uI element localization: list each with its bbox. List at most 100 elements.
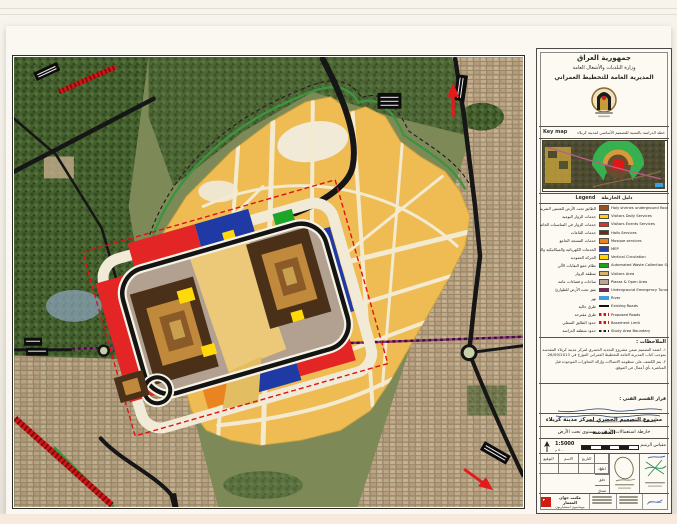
legend-title-ar: دليل الخارطة xyxy=(601,196,632,201)
legend-label-en: Vertical Circulation xyxy=(611,255,668,259)
legend-label-en: Basement Limit xyxy=(611,321,668,325)
office-name: مكتب جوان المعمار xyxy=(553,495,587,505)
legend-label-en: Study Area Boundary xyxy=(611,329,668,333)
scale-bar xyxy=(581,445,639,450)
legend-label-en: Visitors Area xyxy=(611,272,668,276)
legend-item: ساحات و فضاءات عامة Piazza & Open Area xyxy=(540,278,668,286)
notes-heading: الملاحظات : xyxy=(542,339,666,345)
signoff-corner xyxy=(595,454,609,464)
legend-item: نهر River xyxy=(540,294,668,302)
consultant-office: مكتب جوان المعمار مهندسون استشاريون xyxy=(553,495,587,509)
signoff-row-label: اعداد xyxy=(595,464,609,475)
legend-swatch xyxy=(599,230,609,236)
signature-table: التوقيعالاسمالتاريخ اع اعداددققصدق xyxy=(539,453,669,494)
legend-swatch xyxy=(599,238,609,244)
scale-row: 1:5000 ٥٠٠ م مقياس الرسم xyxy=(539,438,669,454)
legend-swatch xyxy=(599,214,609,220)
consultant-row: مكتب جوان المعمار مهندسون استشاريون xyxy=(539,493,669,510)
legend-title-en: Legend xyxy=(576,196,596,201)
contact-cells xyxy=(587,494,669,510)
keymap-label-ar: خطة الدراسة بالنسبة للتصميم الأساسي لمدي… xyxy=(577,130,665,135)
legend-item: الطابق تحت الأرض للعتبتين الشريفتين Holy… xyxy=(540,204,668,212)
stamp-cell xyxy=(642,494,667,510)
legend-label-ar: حدود الطابق السفلي xyxy=(540,320,596,325)
legend-swatch xyxy=(599,263,609,269)
legend-label-en: Automated Waste Collection System xyxy=(611,263,668,267)
scan-edge xyxy=(0,514,677,524)
consultant-logo xyxy=(541,497,551,507)
signoff-column-header: التوقيع xyxy=(539,454,559,464)
legend-item: الحركة العمودية Vertical Circulation xyxy=(540,253,668,261)
scan-artifact xyxy=(0,8,677,9)
keymap-bar: Key map خطة الدراسة بالنسبة للتصميم الأس… xyxy=(539,126,669,139)
legend-label-ar: حدود منطقة الدراسة xyxy=(540,328,596,333)
legend-item: خدمات الزوار في المناسبات الخاصة Visitor… xyxy=(540,220,668,228)
office-subtitle: مهندسون استشاريون xyxy=(553,505,587,509)
contact-cell xyxy=(589,494,614,510)
legend-label-ar: الحركة العمودية xyxy=(540,255,596,260)
legend-label-ar: طرق مقترحة xyxy=(540,312,596,317)
legend-label-ar: الطابق تحت الأرض للعتبتين الشريفتين xyxy=(540,206,596,211)
legend-swatch xyxy=(599,321,609,324)
scan-artifact xyxy=(0,14,677,15)
scanned-plan-page: جمهورية العراق وزارة البلديات والأشغال ا… xyxy=(0,0,677,524)
legend-label-en: Holy shrines underground floor xyxy=(611,206,668,210)
note-line: ٢- يتم الكشف على منظومة الاتصالات وإزالة… xyxy=(542,359,666,370)
north-arrow-icon xyxy=(542,440,552,453)
legend-item: طرق حالية Existing Roads xyxy=(540,302,668,310)
legend-label-ar: خدمات الزوار في المناسبات الخاصة xyxy=(540,222,596,227)
legend-item: حدود الطابق السفلي Basement Limit xyxy=(540,319,668,327)
legend-label-ar: نظام جمع النفايات الآلي xyxy=(540,263,596,268)
map-svg xyxy=(14,57,523,507)
legend-swatch xyxy=(599,330,609,333)
title-block-panel: جمهورية العراق وزارة البلديات والأشغال ا… xyxy=(536,48,672,514)
notes-box: الملاحظات : ١- اعتمد التصميم ضمن مشروع ا… xyxy=(539,337,669,383)
water-feature xyxy=(46,290,102,322)
legend-swatch xyxy=(599,288,609,292)
roundabout-east xyxy=(462,346,476,360)
keymap-label-en: Key map xyxy=(543,129,567,135)
legend-label-ar: الخدمات الكهربائية والميكانيكية والصحية xyxy=(540,247,596,252)
signoff-column-header: الاسم xyxy=(559,454,579,464)
legend-label-en: Proposed Roads xyxy=(611,313,668,317)
legend-swatch xyxy=(599,279,609,285)
signoff-row-labels: اعداددققصدق xyxy=(595,464,609,494)
legend-item: طرق مقترحة Proposed Roads xyxy=(540,310,668,318)
approval-box: قرار القسم الفني : xyxy=(539,383,669,413)
scale-value: 1:5000 xyxy=(555,441,574,447)
key-map xyxy=(542,140,668,192)
legend-label-ar: خدمات الزوار اليومية xyxy=(540,214,596,219)
legend-list: الطابق تحت الأرض للعتبتين الشريفتين Holy… xyxy=(540,204,668,336)
signature-cell-2 xyxy=(639,454,670,494)
legend-label-en: MEP xyxy=(611,247,668,251)
legend-swatch xyxy=(599,313,609,316)
grove-patch xyxy=(223,471,303,499)
legend-label-en: Visitors Daily Services xyxy=(611,214,668,218)
legend-item: خدمات الزوار اليومية Visitors Daily Serv… xyxy=(540,212,668,220)
legend-label-en: Underground Emergency Tunnel xyxy=(611,288,668,292)
legend-label-en: Mosque services xyxy=(611,239,668,243)
legend-label-ar: منطقة الزوار xyxy=(540,271,596,276)
legend-item: خدمات القاعات Halls Services xyxy=(540,229,668,237)
legend-item: نفق تحت الأرض للطوارئ Underground Emerge… xyxy=(540,286,668,294)
legend-label-ar: خدمات المسجد الجامع xyxy=(540,238,596,243)
legend-label-ar: ساحات و فضاءات عامة xyxy=(540,279,596,284)
scale-label: مقياس الرسم xyxy=(640,443,666,448)
note-line: ١- اعتمد التصميم ضمن مشروع التجديد الحضر… xyxy=(542,347,666,358)
ministry-line-2: وزارة البلديات والأشغال العامة xyxy=(537,65,671,71)
legend-item: منطقة الزوار Visitors Area xyxy=(540,270,668,278)
directorate-emblem xyxy=(589,85,619,123)
legend-item: نظام جمع النفايات الآلي Automated Waste … xyxy=(540,261,668,269)
signoff-column-header: التاريخ xyxy=(579,454,595,464)
legend-label-ar: نهر xyxy=(540,296,596,301)
contact-cell xyxy=(616,494,641,510)
land-use-map xyxy=(12,55,525,509)
legend-label-ar: نفق تحت الأرض للطوارئ xyxy=(540,287,596,292)
legend-label-en: Existing Roads xyxy=(611,304,668,308)
legend-swatch xyxy=(599,296,609,300)
project-title: مشروع التصميم الحضري لمركز مدينة كربلاء … xyxy=(539,413,669,427)
legend-item: الخدمات الكهربائية والميكانيكية والصحية … xyxy=(540,245,668,253)
legend-swatch xyxy=(599,254,609,260)
signature-cell-1 xyxy=(609,454,639,494)
legend-swatch xyxy=(599,271,609,277)
